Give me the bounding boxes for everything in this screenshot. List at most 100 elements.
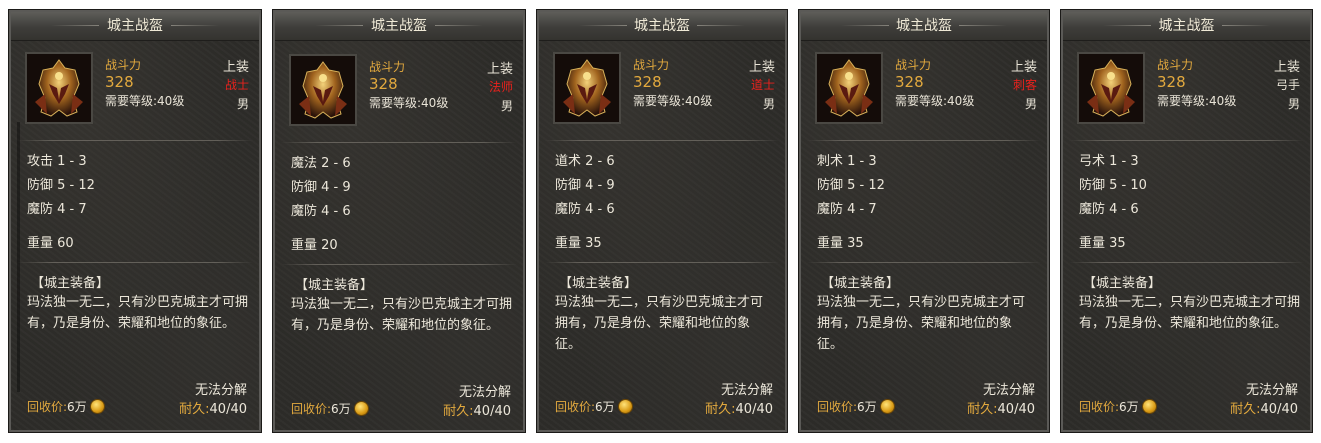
class-label: 法师: [488, 80, 513, 94]
recycle-price-label: 回收价:: [1079, 400, 1120, 414]
item-icon-frame[interactable]: [553, 52, 621, 124]
description-title: 【城主装备】: [559, 276, 638, 291]
durability-label: 耐久:: [443, 404, 474, 419]
no-decompose-label: 无法分解: [720, 383, 773, 398]
divider: [1069, 262, 1304, 263]
attr-magic-defense: 魔防 4 - 7: [817, 202, 877, 217]
item-tooltip-card-assassin: 城主战盔 战斗力 328 需要等级:40级 上装 刺客 男 刺术 1 - 3 防…: [798, 9, 1050, 433]
level-requirement: 需要等级:40级: [105, 94, 185, 108]
durability: 耐久:40/40: [179, 398, 247, 417]
attr-defense: 防御 5 - 12: [27, 178, 95, 193]
helmet-icon: [1079, 54, 1143, 122]
level-requirement: 需要等级:40级: [369, 96, 449, 110]
durability-label: 耐久:: [967, 402, 998, 417]
helmet-icon: [817, 54, 881, 122]
description-text: 玛法独一无二，只有沙巴克城主才可拥有，乃是身份、荣耀和地位的象征。: [1079, 295, 1301, 331]
gold-coin-icon: [1142, 400, 1156, 413]
item-icon-frame[interactable]: [289, 54, 357, 126]
divider: [545, 262, 779, 263]
weight: 重量 35: [555, 236, 602, 251]
item-icon-frame[interactable]: [1077, 52, 1145, 124]
description-title: 【城主装备】: [821, 276, 900, 291]
item-title: 城主战盔: [801, 12, 1047, 41]
durability: 耐久:40/40: [443, 400, 511, 419]
no-decompose-label: 无法分解: [194, 383, 247, 398]
item-tooltip-card-archer: 城主战盔 战斗力 328 需要等级:40级 上装 弓手 男 弓术 1 - 3 防…: [1060, 9, 1313, 433]
combat-power-value: 328: [633, 73, 662, 91]
combat-power-value: 328: [895, 73, 924, 91]
attr-taoism: 道术 2 - 6: [555, 154, 615, 169]
no-decompose-label: 无法分解: [1245, 383, 1298, 398]
combat-power-label: 战斗力: [1157, 58, 1194, 72]
item-title: 城主战盔: [1063, 12, 1310, 41]
recycle-price-value: 6万: [1119, 400, 1139, 414]
recycle-price: 回收价:6万: [291, 400, 368, 417]
recycle-price-label: 回收价:: [555, 400, 596, 414]
gender-label: 男: [500, 99, 513, 113]
durability-value: 40/40: [1260, 402, 1298, 417]
equip-slot: 上装: [486, 62, 513, 77]
durability-label: 耐久:: [179, 402, 210, 417]
recycle-price: 回收价:6万: [817, 398, 894, 415]
divider: [281, 264, 517, 265]
durability-label: 耐久:: [1230, 402, 1261, 417]
item-tooltip-card-mage: 城主战盔 战斗力 328 需要等级:40级 上装 法师 男 魔法 2 - 6 防…: [272, 9, 526, 433]
item-icon-frame[interactable]: [25, 52, 93, 124]
durability-value: 40/40: [997, 402, 1035, 417]
durability: 耐久:40/40: [705, 398, 773, 417]
divider: [17, 262, 253, 263]
recycle-price-value: 6万: [857, 400, 877, 414]
divider: [281, 142, 517, 143]
recycle-price-value: 6万: [331, 402, 351, 416]
scrollbar[interactable]: [17, 122, 20, 392]
combat-power-label: 战斗力: [895, 58, 932, 72]
attr-defense: 防御 5 - 12: [817, 178, 885, 193]
class-label: 刺客: [1012, 78, 1037, 92]
level-requirement: 需要等级:40级: [895, 94, 975, 108]
item-tooltip-card-warrior: 城主战盔 战斗力 328 需要等级:40级 上装 战士 男 攻击 1 - 3 防…: [8, 9, 262, 433]
weight: 重量 60: [27, 236, 74, 251]
divider: [545, 140, 779, 141]
description-text: 玛法独一无二，只有沙巴克城主才可拥有，乃是身份、荣耀和地位的象征。: [555, 295, 764, 352]
description-text: 玛法独一无二，只有沙巴克城主才可拥有，乃是身份、荣耀和地位的象征。: [817, 295, 1026, 352]
weight: 重量 35: [1079, 236, 1126, 251]
recycle-price-label: 回收价:: [27, 400, 68, 414]
no-decompose-label: 无法分解: [982, 383, 1035, 398]
gold-coin-icon: [880, 400, 894, 413]
equip-slot: 上装: [222, 60, 249, 75]
description-title: 【城主装备】: [1083, 276, 1162, 291]
combat-power-label: 战斗力: [369, 60, 406, 74]
divider: [1069, 140, 1304, 141]
no-decompose-label: 无法分解: [458, 385, 511, 400]
combat-power-label: 战斗力: [633, 58, 670, 72]
recycle-price-label: 回收价:: [817, 400, 858, 414]
attr-magic-defense: 魔防 4 - 6: [555, 202, 615, 217]
item-title: 城主战盔: [539, 12, 785, 41]
description-text: 玛法独一无二，只有沙巴克城主才可拥有，乃是身份、荣耀和地位的象征。: [291, 297, 513, 333]
item-icon-frame[interactable]: [815, 52, 883, 124]
attr-magic: 魔法 2 - 6: [291, 156, 351, 171]
weight: 重量 35: [817, 236, 864, 251]
durability-value: 40/40: [473, 404, 511, 419]
durability-value: 40/40: [735, 402, 773, 417]
durability: 耐久:40/40: [967, 398, 1035, 417]
gender-label: 男: [236, 97, 249, 111]
gender-label: 男: [1024, 97, 1037, 111]
durability-label: 耐久:: [705, 402, 736, 417]
equip-slot: 上装: [748, 60, 775, 75]
item-tooltip-card-taoist: 城主战盔 战斗力 328 需要等级:40级 上装 道士 男 道术 2 - 6 防…: [536, 9, 788, 433]
combat-power-value: 328: [369, 75, 398, 93]
description-title: 【城主装备】: [295, 278, 374, 293]
helmet-icon: [27, 54, 91, 122]
durability-value: 40/40: [209, 402, 247, 417]
item-title: 城主战盔: [275, 12, 523, 41]
class-label: 战士: [224, 78, 249, 92]
equip-slot: 上装: [1273, 60, 1300, 75]
gold-coin-icon: [90, 400, 104, 413]
recycle-price-label: 回收价:: [291, 402, 332, 416]
divider: [807, 140, 1041, 141]
gold-coin-icon: [618, 400, 632, 413]
gold-coin-icon: [354, 402, 368, 415]
recycle-price-value: 6万: [67, 400, 87, 414]
weight: 重量 20: [291, 238, 338, 253]
